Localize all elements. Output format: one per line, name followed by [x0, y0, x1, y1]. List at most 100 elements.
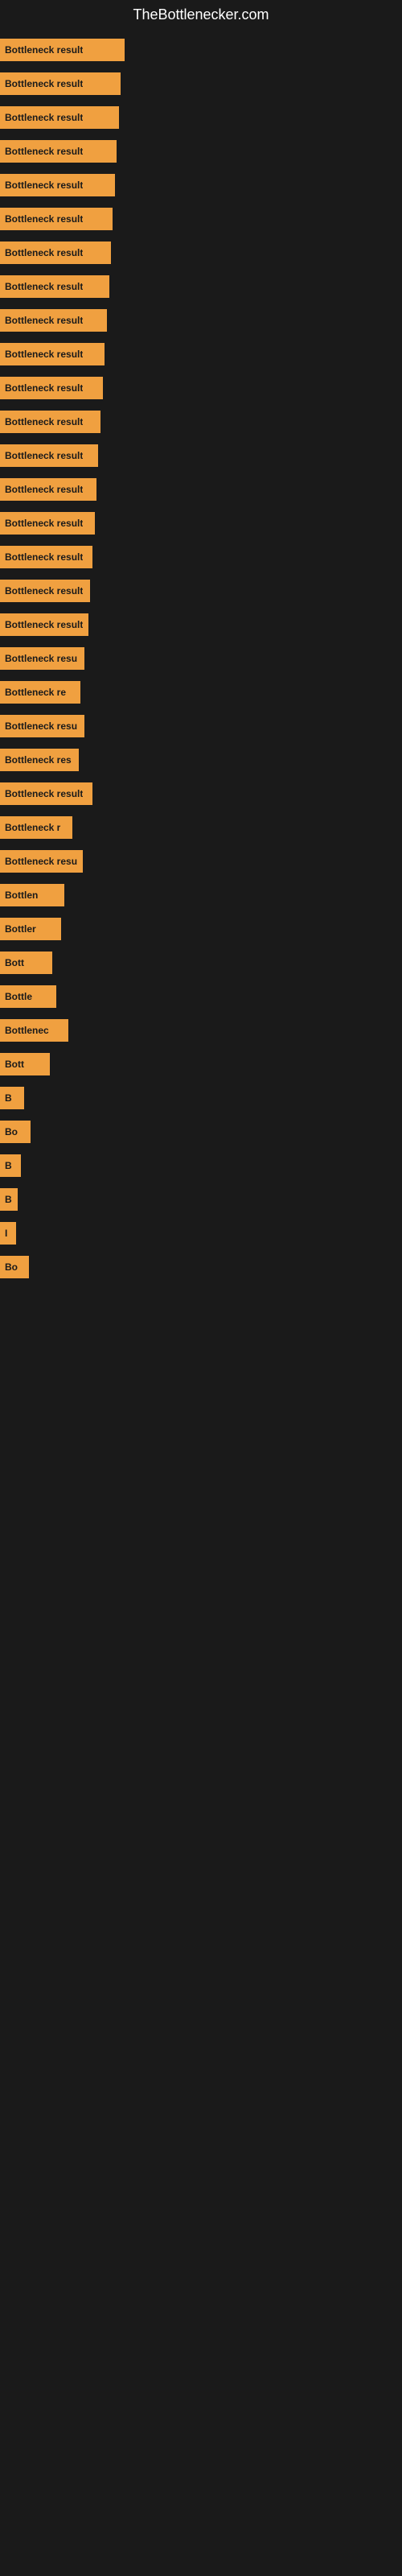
bar-row: Bottler — [0, 912, 402, 946]
bar-label-23: Bottleneck r — [5, 822, 60, 833]
bar-label-8: Bottleneck result — [5, 315, 83, 326]
bar-25: Bottlen — [0, 884, 64, 906]
bar-3: Bottleneck result — [0, 140, 117, 163]
bar-label-13: Bottleneck result — [5, 484, 83, 495]
bar-row: Bottleneck res — [0, 743, 402, 777]
bar-32: Bo — [0, 1121, 31, 1143]
bar-label-7: Bottleneck result — [5, 281, 83, 292]
bar-row: Bottleneck result — [0, 134, 402, 168]
bar-row: B — [0, 1149, 402, 1183]
bar-6: Bottleneck result — [0, 242, 111, 264]
bar-0: Bottleneck result — [0, 39, 125, 61]
bar-row: Bo — [0, 1115, 402, 1149]
bar-row: Bottleneck result — [0, 405, 402, 439]
bar-label-5: Bottleneck result — [5, 213, 83, 225]
site-title-text: TheBottlenecker.com — [133, 6, 269, 23]
bar-label-15: Bottleneck result — [5, 551, 83, 563]
bar-35: I — [0, 1222, 16, 1245]
bar-10: Bottleneck result — [0, 377, 103, 399]
bar-7: Bottleneck result — [0, 275, 109, 298]
bar-label-24: Bottleneck resu — [5, 856, 77, 867]
bar-row: Bottleneck result — [0, 439, 402, 473]
bar-label-12: Bottleneck result — [5, 450, 83, 461]
bar-2: Bottleneck result — [0, 106, 119, 129]
bar-label-16: Bottleneck result — [5, 585, 83, 597]
bar-22: Bottleneck result — [0, 782, 92, 805]
bar-label-31: B — [5, 1092, 12, 1104]
bar-5: Bottleneck result — [0, 208, 113, 230]
bar-12: Bottleneck result — [0, 444, 98, 467]
bar-26: Bottler — [0, 918, 61, 940]
bar-label-27: Bott — [5, 957, 24, 968]
bar-row: Bottleneck result — [0, 371, 402, 405]
bar-13: Bottleneck result — [0, 478, 96, 501]
bar-label-14: Bottleneck result — [5, 518, 83, 529]
bar-row: Bottleneck result — [0, 540, 402, 574]
bar-label-0: Bottleneck result — [5, 44, 83, 56]
bar-row: B — [0, 1081, 402, 1115]
bar-row: Bottleneck result — [0, 337, 402, 371]
bars-container: Bottleneck result Bottleneck result Bottle… — [0, 33, 402, 1300]
bar-label-29: Bottlenec — [5, 1025, 49, 1036]
bar-label-2: Bottleneck result — [5, 112, 83, 123]
bar-24: Bottleneck resu — [0, 850, 83, 873]
bar-row: Bottleneck result — [0, 473, 402, 506]
bar-17: Bottleneck result — [0, 613, 88, 636]
bar-8: Bottleneck result — [0, 309, 107, 332]
bar-row: Bottle — [0, 980, 402, 1013]
bar-label-10: Bottleneck result — [5, 382, 83, 394]
bar-row: Bottleneck result — [0, 506, 402, 540]
bar-14: Bottleneck result — [0, 512, 95, 535]
bar-label-6: Bottleneck result — [5, 247, 83, 258]
bar-15: Bottleneck result — [0, 546, 92, 568]
bar-label-35: I — [5, 1228, 7, 1239]
bar-label-25: Bottlen — [5, 890, 38, 901]
bar-11: Bottleneck result — [0, 411, 100, 433]
bar-row: Bott — [0, 1047, 402, 1081]
bar-30: Bott — [0, 1053, 50, 1075]
bar-label-4: Bottleneck result — [5, 180, 83, 191]
bar-label-17: Bottleneck result — [5, 619, 83, 630]
bar-label-22: Bottleneck result — [5, 788, 83, 799]
bar-row: Bottleneck result — [0, 777, 402, 811]
bar-row: Bottleneck result — [0, 101, 402, 134]
bar-label-34: B — [5, 1194, 12, 1205]
bar-row: Bottleneck result — [0, 236, 402, 270]
bar-label-33: B — [5, 1160, 12, 1171]
bar-label-11: Bottleneck result — [5, 416, 83, 427]
bar-row: Bo — [0, 1250, 402, 1284]
bar-19: Bottleneck re — [0, 681, 80, 704]
bar-27: Bott — [0, 952, 52, 974]
bar-label-26: Bottler — [5, 923, 36, 935]
bar-row: Bottlenec — [0, 1013, 402, 1047]
bar-row: Bottleneck result — [0, 303, 402, 337]
bar-20: Bottleneck resu — [0, 715, 84, 737]
bar-23: Bottleneck r — [0, 816, 72, 839]
bar-28: Bottle — [0, 985, 56, 1008]
bar-row: Bottleneck result — [0, 574, 402, 608]
bar-row: B — [0, 1183, 402, 1216]
bar-label-30: Bott — [5, 1059, 24, 1070]
bar-33: B — [0, 1154, 21, 1177]
bar-label-19: Bottleneck re — [5, 687, 66, 698]
bar-29: Bottlenec — [0, 1019, 68, 1042]
bar-label-3: Bottleneck result — [5, 146, 83, 157]
bar-label-9: Bottleneck result — [5, 349, 83, 360]
site-title: TheBottlenecker.com — [0, 0, 402, 33]
bar-row: Bottleneck result — [0, 67, 402, 101]
bar-label-1: Bottleneck result — [5, 78, 83, 89]
bar-31: B — [0, 1087, 24, 1109]
bar-21: Bottleneck res — [0, 749, 79, 771]
bar-row: Bottleneck resu — [0, 642, 402, 675]
bar-label-32: Bo — [5, 1126, 18, 1137]
bar-row: Bottleneck result — [0, 608, 402, 642]
bar-label-20: Bottleneck resu — [5, 720, 77, 732]
bar-1: Bottleneck result — [0, 72, 121, 95]
bar-18: Bottleneck resu — [0, 647, 84, 670]
bar-row: Bottleneck re — [0, 675, 402, 709]
bar-row: Bottlen — [0, 878, 402, 912]
bar-row: Bottleneck result — [0, 168, 402, 202]
bar-16: Bottleneck result — [0, 580, 90, 602]
bar-label-28: Bottle — [5, 991, 32, 1002]
bar-9: Bottleneck result — [0, 343, 105, 365]
